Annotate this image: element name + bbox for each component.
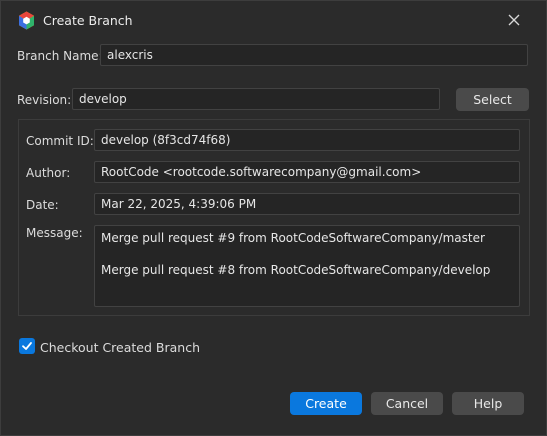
app-logo-icon (19, 11, 34, 30)
close-button[interactable] (500, 7, 528, 33)
message-line (101, 246, 513, 262)
close-icon (508, 14, 520, 26)
revision-input[interactable]: develop (72, 88, 440, 110)
checkout-checkbox[interactable] (19, 338, 35, 354)
message-textarea[interactable]: Merge pull request #9 from RootCodeSoftw… (94, 225, 520, 307)
branch-name-label: Branch Name: (17, 49, 103, 63)
help-button[interactable]: Help (452, 392, 524, 415)
author-label: Author: (26, 166, 71, 180)
message-label: Message: (26, 226, 83, 240)
date-field: Mar 22, 2025, 4:39:06 PM (94, 193, 520, 215)
author-field: RootCode <rootcode.softwarecompany@gmail… (94, 161, 520, 183)
title-bar: Create Branch (1, 1, 546, 39)
dialog-title: Create Branch (43, 13, 133, 28)
create-button[interactable]: Create (290, 392, 362, 415)
checkmark-icon (22, 342, 32, 350)
cancel-button[interactable]: Cancel (371, 392, 443, 415)
branch-name-input[interactable]: alexcris (100, 44, 528, 66)
date-label: Date: (26, 198, 59, 212)
select-button[interactable]: Select (456, 88, 529, 111)
commit-id-field: develop (8f3cd74f68) (94, 129, 520, 151)
create-branch-dialog: Create Branch Branch Name: alexcris Revi… (0, 0, 547, 436)
revision-label: Revision: (17, 93, 72, 107)
message-line: Merge pull request #8 from RootCodeSoftw… (101, 263, 491, 277)
checkout-label[interactable]: Checkout Created Branch (40, 340, 200, 355)
commit-id-label: Commit ID: (26, 134, 94, 148)
message-line: Merge pull request #9 from RootCodeSoftw… (101, 231, 485, 245)
